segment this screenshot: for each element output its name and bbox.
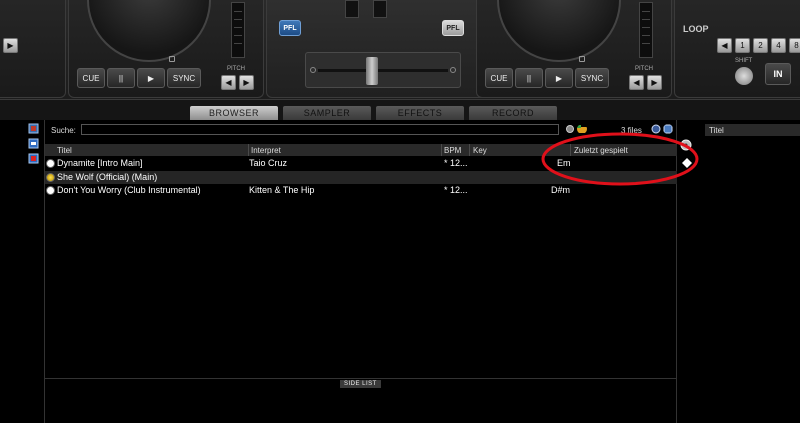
left-pause-button[interactable]: ||	[107, 68, 135, 88]
left-edge-button[interactable]: ▶	[3, 38, 18, 53]
left-cue-button[interactable]: CUE	[77, 68, 105, 88]
add-folder-icon[interactable]	[28, 153, 39, 164]
left-pfl-button[interactable]: PFL	[279, 20, 301, 36]
loop-4-button[interactable]: 4	[771, 38, 786, 53]
shift-knob[interactable]	[735, 67, 753, 85]
right-pitch-down[interactable]: ◀	[629, 75, 644, 90]
right-platter[interactable]	[497, 0, 621, 62]
settings-icon[interactable]	[565, 124, 575, 134]
left-volume-fader[interactable]	[345, 0, 359, 18]
right-play-button[interactable]: ▶	[545, 68, 573, 88]
loop-1-button[interactable]: 1	[735, 38, 750, 53]
folder-icon[interactable]	[577, 124, 587, 134]
loop-in-button[interactable]: IN	[765, 63, 791, 85]
col-artist[interactable]: Interpret	[251, 146, 281, 155]
row-title: Dynamite [Intro Main]	[57, 158, 143, 168]
right-transport: CUE || ▶ SYNC	[485, 68, 609, 88]
search-label: Suche:	[51, 126, 76, 135]
loop-back-button[interactable]: ◀	[717, 38, 732, 53]
left-pitch-slider[interactable]	[231, 2, 245, 58]
tab-sampler[interactable]: SAMPLER	[283, 106, 371, 120]
left-sync-button[interactable]: SYNC	[167, 68, 201, 88]
left-deck: CUE || ▶ SYNC PITCH ◀ ▶	[68, 0, 264, 98]
loop-2-button[interactable]: 2	[753, 38, 768, 53]
search-options-icon[interactable]	[651, 124, 661, 134]
view-options-icon[interactable]	[663, 124, 673, 134]
side-list-panel: Titel	[677, 120, 800, 423]
right-deck: CUE || ▶ SYNC PITCH ◀ ▶	[476, 0, 672, 98]
files-count: 3 files	[621, 126, 642, 135]
folder-tree-icon[interactable]	[28, 123, 39, 134]
table-row[interactable]: Dynamite [Intro Main] Taio Cruz * 12... …	[45, 157, 678, 170]
tab-effects[interactable]: EFFECTS	[376, 106, 464, 120]
yellow-disc-icon	[46, 173, 55, 182]
crossfader[interactable]	[305, 52, 461, 88]
left-lock-icon[interactable]	[169, 56, 175, 62]
tab-browser[interactable]: BROWSER	[190, 106, 278, 120]
white-disc-icon	[46, 186, 55, 195]
right-pitch-label: PITCH	[635, 66, 653, 72]
shift-label: SHIFT	[735, 58, 753, 64]
search-input[interactable]	[81, 124, 559, 135]
file-browser: Suche: 3 files Titel Interpret BPM Key Z…	[44, 120, 678, 423]
right-pause-button[interactable]: ||	[515, 68, 543, 88]
table-row[interactable]: She Wolf (Official) (Main)	[45, 171, 678, 184]
right-sync-button[interactable]: SYNC	[575, 68, 609, 88]
crossfader-knob[interactable]	[366, 57, 378, 85]
row-key: D#m	[551, 185, 571, 195]
right-volume-fader[interactable]	[373, 0, 387, 18]
pin-icon[interactable]	[682, 158, 692, 168]
left-play-button[interactable]: ▶	[137, 68, 165, 88]
row-title: Don't You Worry (Club Instrumental)	[57, 185, 201, 195]
left-platter[interactable]	[87, 0, 211, 62]
col-last-played[interactable]: Zuletzt gespielt	[574, 146, 628, 155]
table-row[interactable]: Don't You Worry (Club Instrumental) Kitt…	[45, 184, 678, 197]
row-artist: Taio Cruz	[249, 158, 288, 168]
col-title[interactable]: Titel	[57, 146, 72, 155]
side-list-button[interactable]: SIDE LIST	[340, 380, 381, 388]
loop-buttons: ◀ 1 2 4 8	[717, 38, 800, 53]
folder-sidebar	[0, 120, 44, 423]
side-list-title-col[interactable]: Titel	[709, 126, 724, 135]
right-pitch-slider[interactable]	[639, 2, 653, 58]
side-list-header: Titel	[705, 124, 800, 136]
deck-area: ▶ CUE || ▶ SYNC PITCH ◀ ▶ PFL PFL CUE ||…	[0, 0, 800, 100]
right-pfl-button[interactable]: PFL	[442, 20, 464, 36]
cd-icon[interactable]	[680, 139, 692, 151]
row-artist: Kitten & The Hip	[249, 185, 315, 195]
right-cue-button[interactable]: CUE	[485, 68, 513, 88]
left-pitch-label: PITCH	[227, 66, 245, 72]
row-bpm: * 12...	[444, 158, 468, 168]
row-key: Em	[557, 158, 571, 168]
col-bpm[interactable]: BPM	[444, 146, 461, 155]
row-title: She Wolf (Official) (Main)	[57, 172, 158, 182]
left-pitch-up[interactable]: ▶	[239, 75, 254, 90]
col-key[interactable]: Key	[473, 146, 487, 155]
right-pitch-up[interactable]: ▶	[647, 75, 662, 90]
loop-label: LOOP	[683, 24, 709, 34]
left-edge-panel: ▶	[0, 0, 66, 98]
tab-record[interactable]: RECORD	[469, 106, 557, 120]
loop-8-button[interactable]: 8	[789, 38, 800, 53]
loop-panel: LOOP ◀ 1 2 4 8 SHIFT IN	[674, 0, 800, 98]
white-disc-icon	[46, 159, 55, 168]
column-header: Titel Interpret BPM Key Zuletzt gespielt	[45, 144, 678, 156]
left-pitch-down[interactable]: ◀	[221, 75, 236, 90]
row-bpm: * 12...	[444, 185, 468, 195]
left-transport: CUE || ▶ SYNC	[77, 68, 201, 88]
playlist-icon[interactable]	[28, 138, 39, 149]
right-lock-icon[interactable]	[579, 56, 585, 62]
